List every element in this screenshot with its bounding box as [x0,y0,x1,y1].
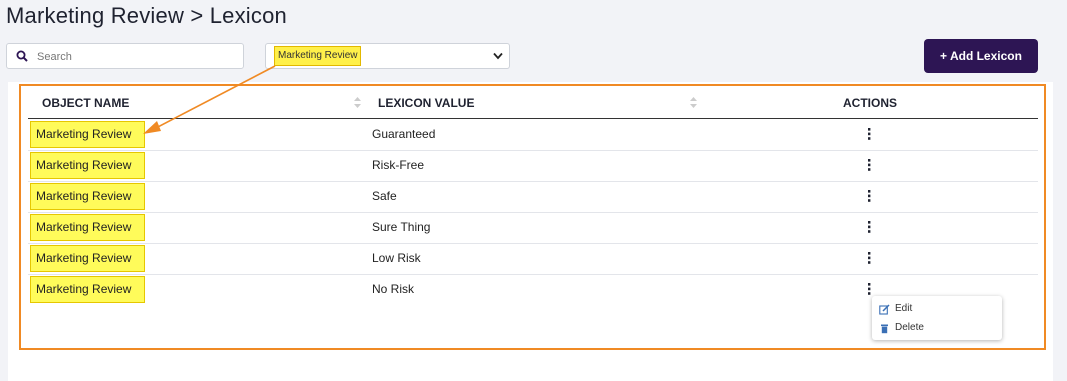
table-row: Marketing Review Guaranteed [28,119,1038,151]
kebab-menu-icon[interactable] [865,158,873,172]
kebab-menu-icon[interactable] [865,220,873,234]
sort-icon[interactable] [690,97,697,108]
column-header-actions: ACTIONS [843,96,897,110]
add-lexicon-label: + Add Lexicon [940,49,1022,63]
lexicon-value-cell: Low Risk [372,251,421,265]
chevron-down-icon [493,52,503,60]
lexicon-value-cell: Safe [372,189,397,203]
page-title: Marketing Review > Lexicon [6,3,287,28]
edit-icon [879,303,890,315]
table-row: Marketing Review Sure Thing [28,212,1038,244]
object-name-cell: Marketing Review [30,245,145,272]
row-actions-dropdown: Edit Delete [872,296,1002,340]
table-row: Marketing Review Safe [28,181,1038,213]
filter-selected-value: Marketing Review [274,46,362,66]
delete-menu-item[interactable]: Delete [879,320,924,336]
column-header-object-name[interactable]: OBJECT NAME [42,94,129,112]
column-header-lexicon-value[interactable]: LEXICON VALUE [378,94,474,112]
delete-label: Delete [895,322,924,333]
search-icon [16,50,28,62]
sort-icon[interactable] [354,97,361,108]
kebab-menu-icon[interactable] [865,189,873,203]
edit-menu-item[interactable]: Edit [879,301,912,317]
lexicon-value-cell: Risk-Free [372,158,425,172]
trash-icon [881,324,888,333]
add-lexicon-button[interactable]: + Add Lexicon [924,39,1038,73]
search-input[interactable] [35,47,239,67]
object-name-cell: Marketing Review [30,183,145,210]
object-name-cell: Marketing Review [30,121,145,148]
lexicon-value-cell: Sure Thing [372,220,431,234]
kebab-menu-icon[interactable] [865,251,873,265]
search-box[interactable] [6,43,244,69]
object-name-cell: Marketing Review [30,152,145,179]
object-filter-select[interactable]: Marketing Review [265,43,510,69]
lexicon-value-cell: No Risk [372,282,415,296]
kebab-menu-icon[interactable] [865,282,873,296]
table-row: Marketing Review Risk-Free [28,150,1038,182]
lexicon-value-cell: Guaranteed [372,127,436,141]
table-row: Marketing Review Low Risk [28,243,1038,275]
edit-label: Edit [895,303,913,314]
object-name-cell: Marketing Review [30,276,145,303]
table-header: OBJECT NAME LEXICON VALUE ACTIONS [28,92,1038,119]
object-name-cell: Marketing Review [30,214,145,241]
kebab-menu-icon[interactable] [865,127,873,141]
